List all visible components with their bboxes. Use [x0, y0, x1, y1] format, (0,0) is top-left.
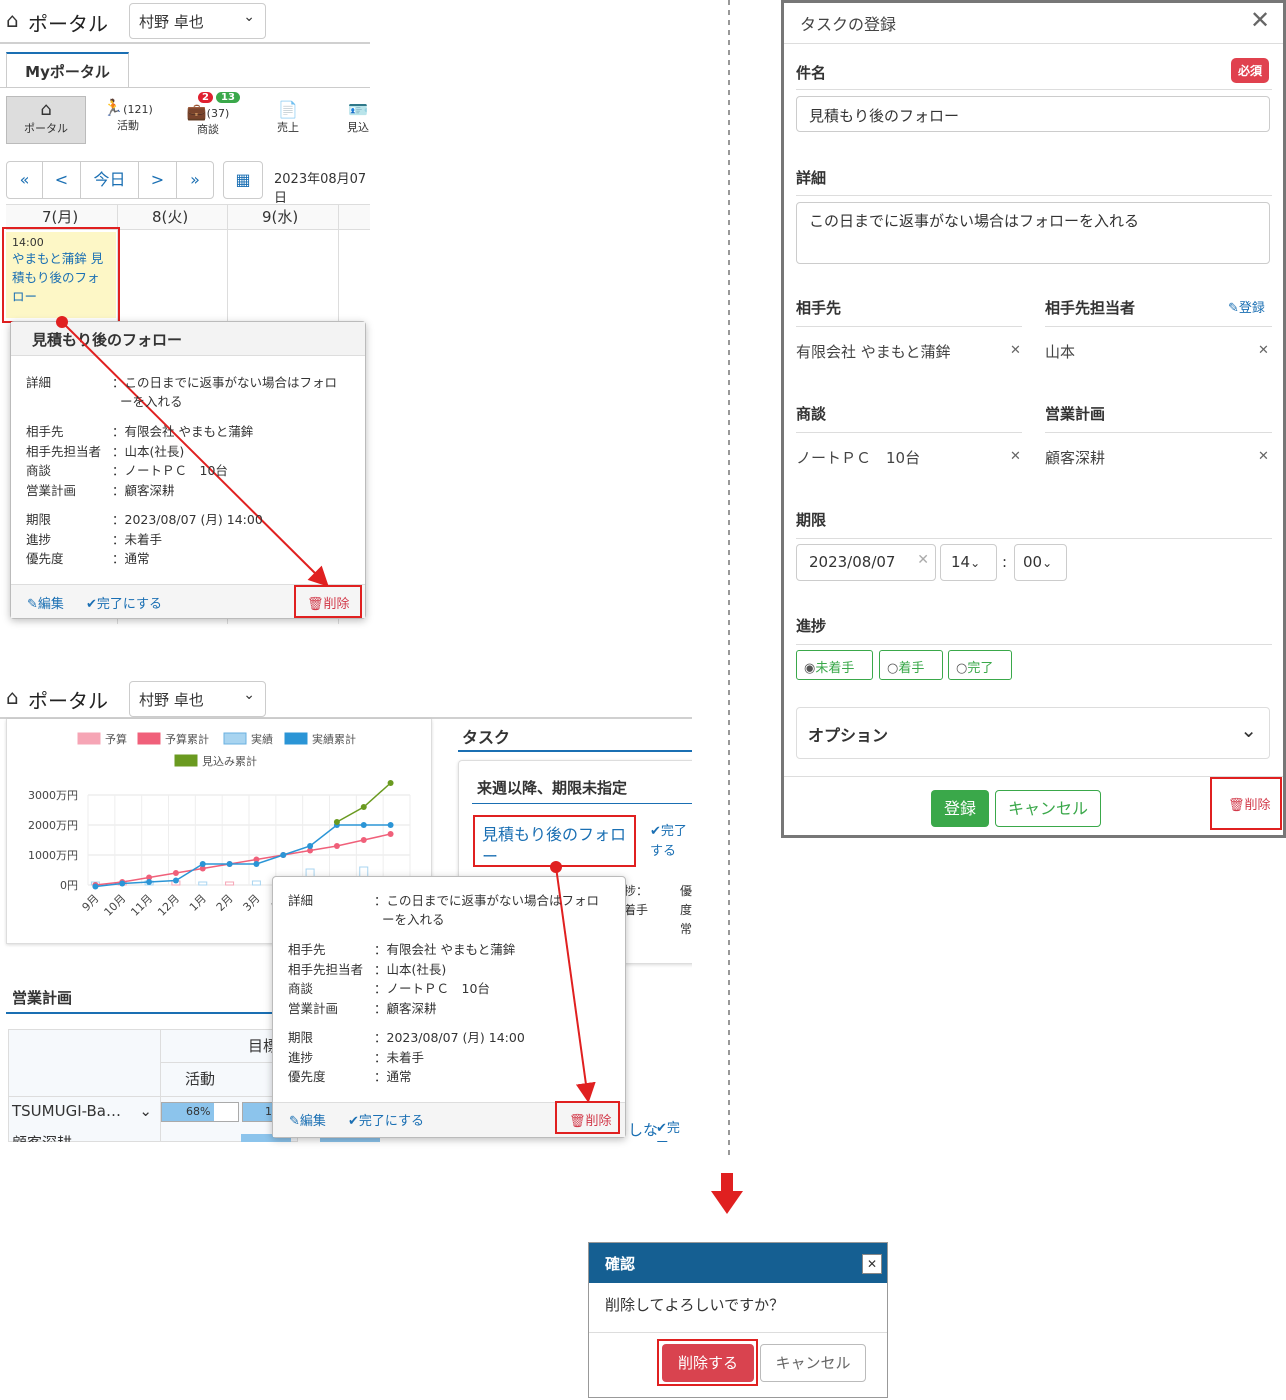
- detail-label: 詳細: [26, 375, 52, 390]
- modal-title: タスクの登録: [800, 15, 897, 34]
- partner-value[interactable]: 有限会社 やまもと蒲鉾: [796, 341, 950, 362]
- clear-icon[interactable]: ✕: [917, 552, 929, 568]
- detail-value: ：山本(社長): [374, 962, 447, 977]
- confirm-title: 確認: [605, 1255, 636, 1273]
- detail-label: 相手先: [26, 424, 64, 439]
- detail-label: 優先度: [288, 1069, 326, 1084]
- radio-checked-icon: ◉: [804, 661, 816, 676]
- detail-label: 進捗: [288, 1050, 314, 1065]
- progress-label: 進捗: [796, 617, 827, 635]
- time-separator: :: [1002, 553, 1008, 571]
- clear-icon[interactable]: ✕: [1010, 449, 1021, 464]
- clear-icon[interactable]: ✕: [1258, 449, 1269, 464]
- detail-value: ：この日までに返事がない場合はフォロ: [374, 893, 600, 908]
- detail-value: ：通常: [374, 1069, 412, 1084]
- detail-label: 商談: [288, 981, 314, 996]
- detail-label: 営業計画: [26, 483, 77, 498]
- detail-value: ：ノートＰＣ 10台: [112, 463, 228, 478]
- plan-value[interactable]: 顧客深耕: [1045, 447, 1105, 468]
- cancel-button[interactable]: キャンセル: [995, 790, 1101, 827]
- subject-input[interactable]: 見積もり後のフォロー: [796, 96, 1270, 132]
- detail-value: ：顧客深耕: [112, 483, 175, 498]
- due-minute-select[interactable]: 00⌄: [1014, 544, 1067, 581]
- detail-value: ：有限会社 やまもと蒲鉾: [112, 424, 254, 439]
- detail-textarea[interactable]: この日までに返事がない場合はフォローを入れる: [796, 202, 1270, 264]
- detail-label: 期限: [288, 1030, 314, 1045]
- deal-value[interactable]: ノートＰＣ 10台: [796, 447, 920, 468]
- detail-value: ：未着手: [112, 532, 163, 547]
- task-register-modal: タスクの登録 ✕ 件名 必須 見積もり後のフォロー 詳細 この日までに返事がない…: [781, 0, 1286, 838]
- due-date-input[interactable]: 2023/08/07 ✕: [796, 544, 936, 581]
- deal-label: 商談: [796, 405, 827, 423]
- radio-icon: ○: [887, 661, 899, 676]
- edit-icon: ✎: [1228, 301, 1239, 316]
- detail-value: ：2023/08/07 (月) 14:00: [112, 512, 263, 527]
- detail-value: ：顧客深耕: [374, 1001, 437, 1016]
- detail-value: ーを入れる: [120, 394, 183, 409]
- required-badge: 必須: [1231, 58, 1270, 83]
- radio-icon: ○: [956, 661, 968, 676]
- detail-label: 商談: [26, 463, 52, 478]
- register-button[interactable]: 登録: [931, 790, 989, 827]
- clear-icon[interactable]: ✕: [1010, 343, 1021, 358]
- detail-label: 詳細: [288, 893, 314, 908]
- detail-label: 期限: [26, 512, 52, 527]
- chevron-down-icon: ⌄: [1042, 556, 1053, 570]
- detail-value: ：未着手: [374, 1050, 425, 1065]
- contact-register-link[interactable]: ✎登録: [1228, 297, 1265, 316]
- detail-label: 相手先担当者: [26, 444, 102, 459]
- contact-value[interactable]: 山本: [1045, 341, 1075, 362]
- detail-value: ：2023/08/07 (月) 14:00: [374, 1030, 525, 1045]
- plan-label: 営業計画: [1045, 405, 1106, 423]
- detail-label: 営業計画: [288, 1001, 339, 1016]
- chevron-down-icon: ⌄: [970, 556, 981, 570]
- highlight-modal-delete: [1210, 777, 1282, 830]
- progress-done[interactable]: ○完了: [948, 650, 1012, 680]
- detail-value: ：有限会社 やまもと蒲鉾: [374, 942, 516, 957]
- confirm-cancel-button[interactable]: キャンセル: [760, 1344, 866, 1382]
- detail-label: 進捗: [26, 532, 52, 547]
- chevron-down-icon: ⌄: [1240, 718, 1257, 742]
- close-icon[interactable]: ✕: [1250, 6, 1270, 34]
- partner-label: 相手先: [796, 299, 842, 317]
- detail-value: ：通常: [112, 551, 150, 566]
- detail-label: 相手先: [288, 942, 326, 957]
- due-hour-select[interactable]: 14⌄: [940, 544, 997, 581]
- progress-started[interactable]: ○着手: [879, 650, 943, 680]
- detail-value: ：山本(社長): [112, 444, 185, 459]
- detail-value: ：この日までに返事がない場合はフォロ: [112, 375, 338, 390]
- confirm-message: 削除してよろしいですか？: [605, 1296, 785, 1314]
- clear-icon[interactable]: ✕: [1258, 343, 1269, 358]
- options-accordion[interactable]: オプション ⌄: [796, 707, 1270, 759]
- close-icon[interactable]: ✕: [862, 1254, 882, 1274]
- detail-label: 優先度: [26, 551, 64, 566]
- contact-label: 相手先担当者: [1045, 299, 1136, 317]
- detail-value: ：ノートＰＣ 10台: [374, 981, 490, 996]
- detail-label: 詳細: [796, 169, 827, 187]
- detail-value: ーを入れる: [382, 912, 445, 927]
- due-label: 期限: [796, 511, 827, 529]
- detail-label: 相手先担当者: [288, 962, 364, 977]
- subject-label: 件名: [796, 64, 827, 82]
- highlight-confirm-delete: [657, 1339, 758, 1386]
- progress-not-started[interactable]: ◉未着手: [796, 650, 873, 680]
